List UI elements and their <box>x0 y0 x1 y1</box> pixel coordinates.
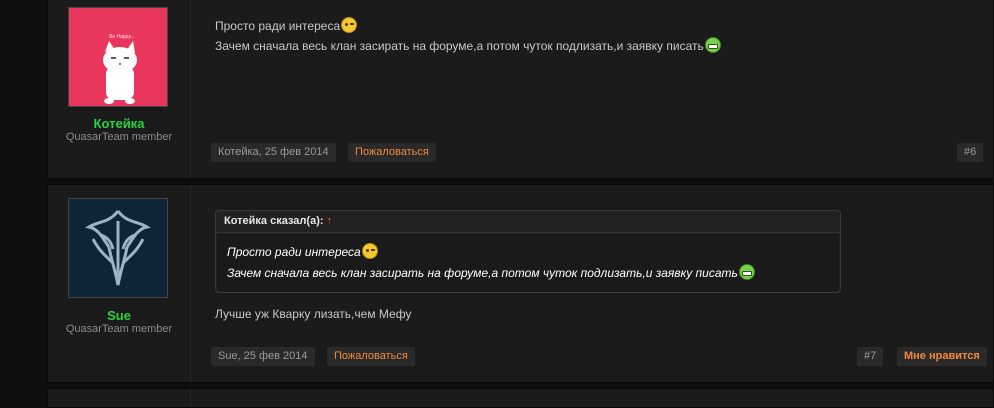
quote-text: Просто ради интереса <box>227 245 361 259</box>
post-date-link[interactable]: Котейка, 25 фев 2014 <box>211 143 336 162</box>
avatar[interactable] <box>68 198 168 298</box>
message-text: Просто ради интереса <box>215 19 341 33</box>
post-message: Лучше уж Кварку лизать,чем Мефу <box>215 304 411 324</box>
go-to-quoted-post-arrow-icon[interactable]: ↑ <box>327 215 333 227</box>
message-text: Лучше уж Кварку лизать,чем Мефу <box>215 307 412 321</box>
post-number-link[interactable]: #7 <box>857 347 884 366</box>
quote-line: Просто ради интереса <box>227 242 839 263</box>
message-line: Просто ради интереса <box>215 16 721 36</box>
forum-post <box>47 388 994 408</box>
grin-smiley-icon <box>738 264 755 280</box>
user-title: QuasarTeam member <box>65 131 173 143</box>
post-message: Просто ради интереса Зачем сначала весь … <box>215 16 721 56</box>
forum-post: Be Happy... Котейка QuasarTeam member Пр… <box>47 0 994 179</box>
quote-body: Просто ради интереса Зачем сначала весь … <box>217 234 839 292</box>
elven-emblem-avatar-icon <box>69 199 167 297</box>
quote-author: Котейка сказал(а): <box>224 215 324 227</box>
white-cat-avatar-icon: Be Happy... <box>69 8 167 106</box>
forum-post: Sue QuasarTeam member Котейка сказал(а):… <box>47 184 994 383</box>
post-user-info: Sue QuasarTeam member <box>48 185 191 382</box>
message-text: Зачем сначала весь клан засирать на фору… <box>215 39 704 53</box>
grin-smiley-icon <box>704 37 721 53</box>
quote-text: Зачем сначала весь клан засирать на фору… <box>227 266 738 280</box>
post-date-link[interactable]: Sue, 25 фев 2014 <box>211 347 315 366</box>
avatar[interactable]: Be Happy... <box>68 7 168 107</box>
post-number-link[interactable]: #6 <box>957 143 984 162</box>
quote-header: Котейка сказал(а): ↑ <box>216 211 840 233</box>
user-title: QuasarTeam member <box>65 323 173 335</box>
post-user-info <box>48 389 191 407</box>
quote-block: Котейка сказал(а): ↑ Просто ради интереса… <box>215 210 841 293</box>
wink-smiley-icon <box>341 17 358 33</box>
post-user-info: Be Happy... Котейка QuasarTeam member <box>48 0 191 178</box>
avatar-caption: Be Happy... <box>109 34 135 40</box>
message-line: Зачем сначала весь клан засирать на фору… <box>215 36 721 56</box>
dislike-button[interactable]: Мне нравится <box>897 347 987 366</box>
username[interactable]: Котейка <box>48 116 190 131</box>
report-button[interactable]: Пожаловаться <box>327 347 415 366</box>
report-button[interactable]: Пожаловаться <box>348 143 436 162</box>
wink-smiley-icon <box>361 243 378 259</box>
username[interactable]: Sue <box>48 308 190 323</box>
quote-line: Зачем сначала весь клан засирать на фору… <box>227 263 839 284</box>
